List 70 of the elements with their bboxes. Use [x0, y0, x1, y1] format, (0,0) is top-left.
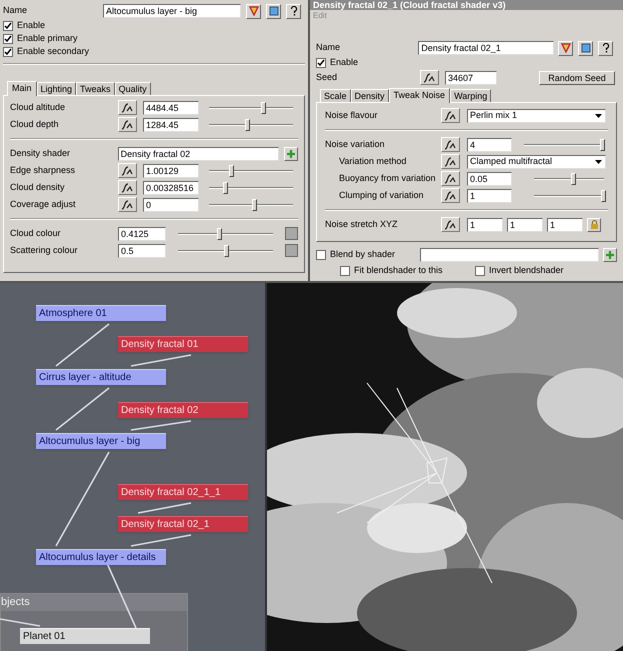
field-label: Noise variation [325, 138, 386, 151]
title-bar: Density fractal 02_1 (Cloud fractal shader v3) [310, 0, 623, 10]
field-label: Clumping of variation [339, 188, 425, 202]
tab[interactable]: Quality [114, 82, 151, 95]
tab[interactable]: Density [350, 89, 389, 102]
input-field[interactable]: 1 [467, 218, 503, 232]
tab[interactable]: Tweak Noise [388, 88, 450, 103]
graph-node[interactable]: Atmosphere 01 [36, 305, 166, 321]
graph-node[interactable]: Density fractal 01 [118, 336, 248, 352]
tab[interactable]: Lighting [36, 82, 76, 95]
field-label: Seed [316, 70, 338, 84]
tab[interactable]: Main [7, 81, 37, 96]
field-label: Cloud density [10, 180, 66, 194]
input-field[interactable]: 1284.45 [143, 118, 199, 132]
checkbox[interactable]: Enable primary [3, 32, 305, 45]
field-label: Variation method [339, 154, 408, 168]
input-field[interactable]: 1 [467, 188, 512, 202]
graph-node[interactable]: Altocumulus layer - big [36, 433, 166, 449]
checkbox[interactable]: Blend by shader [316, 248, 420, 262]
checkbox-label: Fit blendshader to this [354, 264, 443, 277]
checkbox-label: Enable primary [17, 32, 78, 45]
input-field[interactable]: 4 [467, 138, 512, 152]
input-field[interactable]: 0.4125 [118, 226, 166, 240]
checkbox[interactable]: Invert blendshader [475, 264, 610, 277]
field-label: Name [316, 41, 342, 54]
field-label: Buoyancy from variation [339, 172, 437, 185]
graph-node[interactable]: Density fractal 02_1 [118, 516, 248, 532]
tab[interactable]: Tweaks [76, 82, 115, 95]
tab[interactable]: Warping [450, 89, 492, 102]
input-field[interactable]: Density fractal 02 [118, 146, 280, 160]
checkbox-label: Invert blendshader [489, 264, 564, 277]
field-label: Edge sharpness [10, 164, 76, 177]
checkbox[interactable]: Enable [3, 19, 305, 32]
input-field[interactable]: Altocumulus layer - big [103, 4, 241, 18]
input-field[interactable]: 0.05 [467, 172, 512, 186]
field-label: Density shader [10, 146, 72, 160]
field-label: Cloud colour [10, 226, 62, 240]
input-field[interactable]: 1 [547, 218, 583, 232]
graph-node[interactable]: Density fractal 02_1_1 [118, 484, 248, 500]
field-label: Cloud altitude [10, 100, 66, 114]
checkbox[interactable]: Enable [316, 56, 617, 69]
graph-node[interactable]: Planet 01 [20, 628, 150, 644]
field-label: Name [3, 4, 28, 18]
checkbox-label: Enable [17, 18, 46, 32]
input-field[interactable]: 1 [507, 218, 543, 232]
field-label: Noise stretch XYZ [325, 218, 399, 231]
input-field[interactable]: 4484.45 [143, 100, 199, 114]
input-field[interactable]: 34607 [445, 70, 497, 84]
checkbox-label: Enable secondary [17, 44, 90, 58]
field-label: Scattering colour [10, 244, 79, 257]
dropdown[interactable]: Perlin mix 1 [467, 108, 606, 122]
checkbox-label: Enable [330, 56, 358, 69]
input-field[interactable]: 1.00129 [143, 164, 199, 178]
field-label: Cloud depth [10, 118, 60, 131]
graph-node[interactable]: Altocumulus layer - details [36, 549, 166, 565]
checkbox-label: Blend by shader [330, 248, 396, 262]
checkbox[interactable]: Fit blendshader to this [340, 264, 475, 277]
input-field[interactable]: 0.5 [118, 244, 166, 258]
random-seed-button[interactable]: Random Seed [539, 70, 615, 84]
checkbox[interactable]: Enable secondary [3, 45, 305, 58]
tab[interactable]: Scale [320, 89, 351, 102]
input-field[interactable]: 0 [143, 198, 199, 212]
graph-node[interactable]: Cirrus layer - altitude [36, 369, 166, 385]
group-title: bjects [1, 594, 187, 611]
input-field[interactable]: Density fractal 02_1 [418, 41, 554, 55]
input-field[interactable]: 0.00328516 [143, 180, 199, 194]
field-label: Coverage adjust [10, 198, 77, 211]
dropdown[interactable]: Clamped multifractal [467, 154, 606, 168]
field-label: Noise flavour [325, 108, 379, 122]
graph-node[interactable]: Density fractal 02 [118, 402, 248, 418]
